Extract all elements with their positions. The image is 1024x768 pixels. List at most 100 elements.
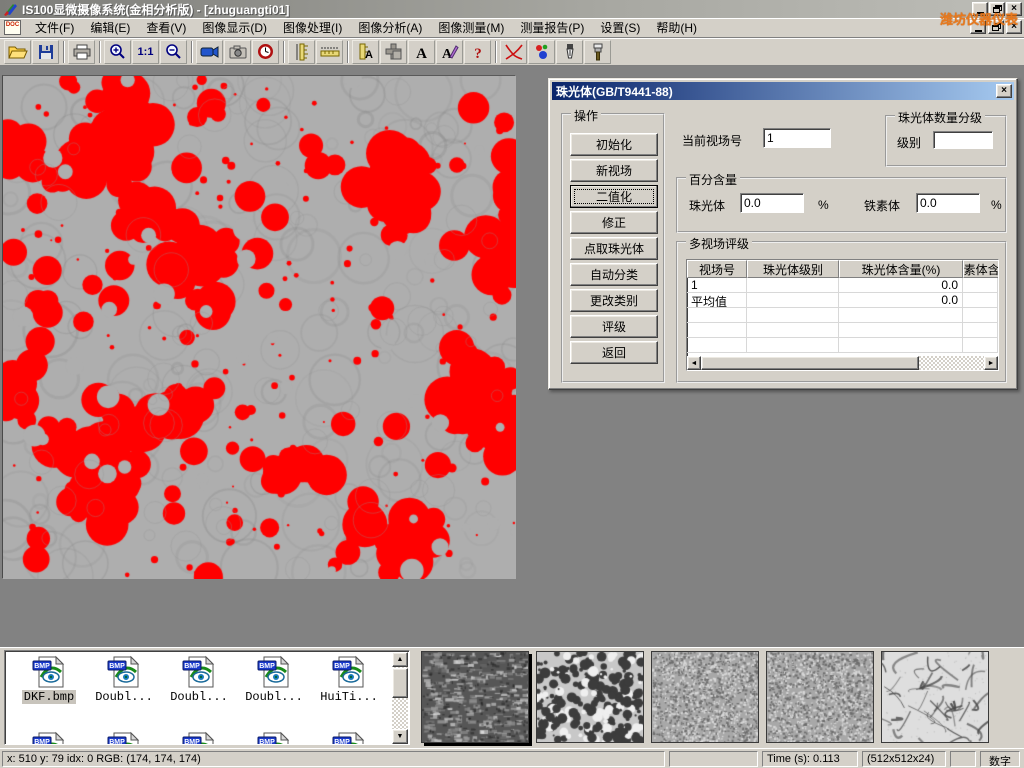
table-row[interactable] bbox=[687, 323, 998, 338]
text-button[interactable]: A bbox=[408, 40, 435, 64]
percent-group-label: 百分含量 bbox=[686, 171, 740, 188]
file-item[interactable]: BMP bbox=[313, 731, 385, 745]
table-row[interactable] bbox=[687, 338, 998, 353]
help-button[interactable]: ? bbox=[464, 40, 491, 64]
svg-text:A: A bbox=[416, 46, 427, 60]
measure-text-icon: A bbox=[358, 43, 374, 60]
file-item[interactable]: BMP Doubl... bbox=[88, 655, 160, 704]
menu-help[interactable]: 帮助(H) bbox=[648, 17, 705, 38]
thumbnail-5[interactable] bbox=[881, 651, 989, 743]
mdi-workspace: 珠光体(GB/T9441-88) × 操作 初始化 新视场 二值化 修正 点取珠… bbox=[0, 66, 1024, 647]
scroll-down-button[interactable]: ▼ bbox=[392, 729, 408, 744]
annotate-button[interactable]: A bbox=[436, 40, 463, 64]
return-button[interactable]: 返回 bbox=[570, 341, 658, 364]
text-icon: A bbox=[414, 44, 429, 60]
current-field-input[interactable] bbox=[763, 128, 831, 148]
scrollbar-track[interactable] bbox=[919, 356, 984, 370]
close-button[interactable]: × bbox=[1006, 2, 1022, 16]
menu-bar: DOC 文件(F) 编辑(E) 查看(V) 图像显示(D) 图像处理(I) 图像… bbox=[0, 18, 1024, 38]
thumbnail-4[interactable] bbox=[766, 651, 874, 743]
menu-edit[interactable]: 编辑(E) bbox=[82, 17, 138, 38]
bmp-file-icon: BMP bbox=[13, 655, 85, 689]
mdi-close-button[interactable]: × bbox=[1006, 20, 1022, 34]
pearlite-percent-input[interactable] bbox=[740, 193, 804, 213]
thumbnail-2[interactable] bbox=[536, 651, 644, 743]
restore-button[interactable] bbox=[989, 2, 1005, 16]
menu-settings[interactable]: 设置(S) bbox=[592, 17, 648, 38]
save-button[interactable] bbox=[32, 40, 59, 64]
mdi-minimize-button[interactable] bbox=[970, 20, 986, 34]
ferrite-percent-input[interactable] bbox=[916, 193, 980, 213]
auto-classify-button[interactable]: 自动分类 bbox=[570, 263, 658, 286]
correct-button[interactable]: 修正 bbox=[570, 211, 658, 234]
mdi-restore-button[interactable] bbox=[988, 20, 1004, 34]
scrollbar-thumb[interactable] bbox=[701, 356, 919, 370]
thumbnail-3[interactable] bbox=[651, 651, 759, 743]
print-button[interactable] bbox=[68, 40, 95, 64]
menu-view[interactable]: 查看(V) bbox=[138, 17, 194, 38]
menu-image-display[interactable]: 图像显示(D) bbox=[194, 17, 275, 38]
pearlite-dialog-close-button[interactable]: × bbox=[996, 84, 1012, 98]
file-item[interactable]: BMP HuiTi... bbox=[313, 655, 385, 704]
file-item[interactable]: BMP DKF.bmp bbox=[13, 655, 85, 704]
brush-button[interactable] bbox=[584, 40, 611, 64]
header-pearlite-content[interactable]: 珠光体含量(%) bbox=[839, 260, 963, 278]
capture-button[interactable] bbox=[224, 40, 251, 64]
file-item[interactable]: BMP Doubl... bbox=[238, 655, 310, 704]
file-browser: BMP DKF.bmp BMP Doubl... BMP Doubl... BM… bbox=[4, 650, 410, 745]
change-category-button[interactable]: 更改类别 bbox=[570, 289, 658, 312]
open-icon bbox=[8, 44, 28, 60]
file-item[interactable]: BMP Doubl... bbox=[163, 655, 235, 704]
menu-file[interactable]: 文件(F) bbox=[27, 17, 82, 38]
clock-button[interactable] bbox=[252, 40, 279, 64]
level-label: 级别 bbox=[897, 134, 921, 151]
zoom-in-button[interactable] bbox=[104, 40, 131, 64]
initialize-button[interactable]: 初始化 bbox=[570, 133, 658, 156]
menu-image-processing[interactable]: 图像处理(I) bbox=[275, 17, 350, 38]
header-pearlite-level[interactable]: 珠光体级别 bbox=[747, 260, 839, 278]
file-item[interactable]: BMP bbox=[163, 731, 235, 745]
pick-pearlite-button[interactable]: 点取珠光体 bbox=[570, 237, 658, 260]
new-field-button[interactable]: 新视场 bbox=[570, 159, 658, 182]
grid-button[interactable] bbox=[380, 40, 407, 64]
measure-text-button[interactable]: A bbox=[352, 40, 379, 64]
scroll-up-button[interactable]: ▲ bbox=[392, 652, 408, 667]
table-row[interactable]: 1 0.0 bbox=[687, 278, 998, 293]
scroll-left-button[interactable]: ◄ bbox=[687, 356, 701, 370]
pen-button[interactable] bbox=[556, 40, 583, 64]
operations-group-label: 操作 bbox=[571, 107, 601, 124]
open-button[interactable] bbox=[4, 40, 31, 64]
caliper-button[interactable] bbox=[288, 40, 315, 64]
minimize-button[interactable] bbox=[972, 2, 988, 16]
file-item[interactable]: BMP bbox=[13, 731, 85, 745]
level-input[interactable] bbox=[933, 131, 993, 149]
menu-image-measure[interactable]: 图像测量(M) bbox=[430, 17, 512, 38]
scrollbar-thumb[interactable] bbox=[392, 668, 408, 698]
pearlite-dialog-titlebar[interactable]: 珠光体(GB/T9441-88) bbox=[552, 82, 1014, 100]
zoom-out-button[interactable] bbox=[160, 40, 187, 64]
ruler-button[interactable] bbox=[316, 40, 343, 64]
video-camera-button[interactable] bbox=[196, 40, 223, 64]
particles-button[interactable] bbox=[528, 40, 555, 64]
grading-group: 珠光体数量分级 级别 bbox=[885, 115, 1007, 167]
video-camera-icon bbox=[200, 46, 220, 58]
grid-icon bbox=[385, 43, 402, 60]
menu-image-analysis[interactable]: 图像分析(A) bbox=[350, 17, 430, 38]
rate-button[interactable]: 评级 bbox=[570, 315, 658, 338]
header-ferrite-content[interactable]: 铁素体含量(%) bbox=[963, 260, 999, 278]
table-row[interactable] bbox=[687, 308, 998, 323]
toolbar: 1:1 A A A ? bbox=[0, 38, 1024, 66]
file-item[interactable]: BMP bbox=[88, 731, 160, 745]
menu-measure-report[interactable]: 测量报告(P) bbox=[512, 17, 592, 38]
file-item[interactable]: BMP bbox=[238, 731, 310, 745]
header-field-number[interactable]: 视场号 bbox=[687, 260, 747, 278]
micrograph-thumbnail bbox=[422, 652, 528, 742]
actual-size-button[interactable]: 1:1 bbox=[132, 40, 159, 64]
time-status: Time (s): 0.113 bbox=[762, 751, 858, 767]
binarized-micrograph-image[interactable] bbox=[3, 76, 516, 579]
table-row[interactable]: 平均值 0.0 bbox=[687, 293, 998, 308]
thumbnail-1[interactable] bbox=[421, 651, 529, 743]
binarize-button[interactable]: 二值化 bbox=[570, 185, 658, 208]
curve-cut-button[interactable] bbox=[500, 40, 527, 64]
scroll-right-button[interactable]: ► bbox=[984, 356, 998, 370]
